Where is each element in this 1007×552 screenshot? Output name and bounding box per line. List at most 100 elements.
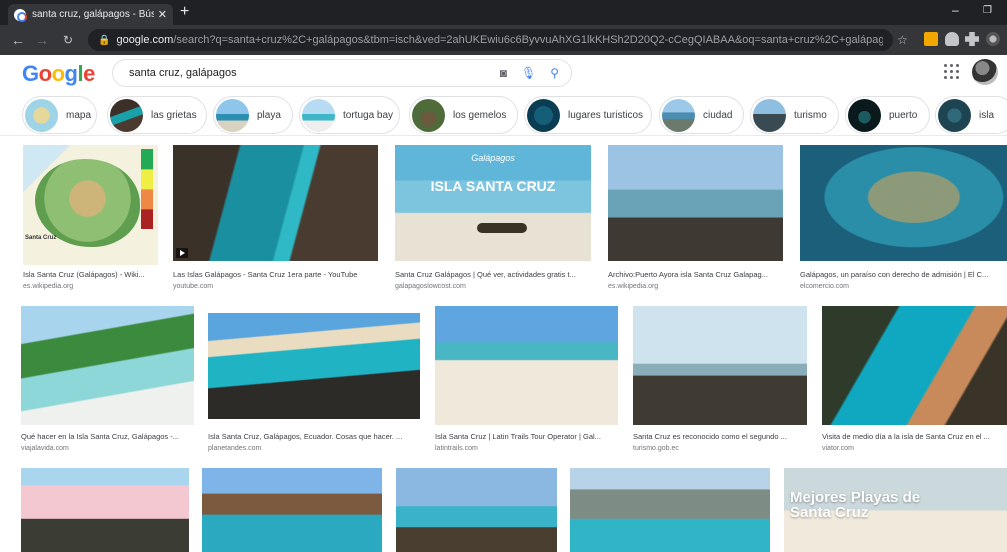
- chip-tortuga-bay[interactable]: tortuga bay: [299, 96, 400, 134]
- result-image[interactable]: Santa Cruz: [23, 145, 158, 265]
- image-result[interactable]: Las Islas Galápagos - Santa Cruz 1era pa…: [173, 145, 378, 295]
- extension-shield-icon[interactable]: [945, 32, 959, 46]
- result-source[interactable]: viajalavida.com: [21, 445, 69, 452]
- result-source[interactable]: galapagoslowcost.com: [395, 283, 466, 290]
- result-image[interactable]: [822, 306, 1007, 425]
- search-input[interactable]: santa cruz, galápagos: [129, 67, 500, 79]
- result-image[interactable]: [800, 145, 1007, 261]
- image-result[interactable]: Galápagos ISLA SANTA CRUZ Santa Cruz Gal…: [395, 145, 591, 295]
- extension-thumb-icon[interactable]: [924, 32, 938, 46]
- apps-grid-icon[interactable]: [944, 64, 960, 80]
- chip-lugares-turisticos[interactable]: lugares turisticos: [524, 96, 652, 134]
- result-image[interactable]: [396, 468, 557, 552]
- result-caption[interactable]: Isla Santa Cruz, Galápagos, Ecuador. Cos…: [208, 432, 420, 441]
- camera-icon[interactable]: ◙: [500, 66, 507, 80]
- map-title: Santa Cruz: [25, 235, 57, 241]
- result-caption[interactable]: Isla Santa Cruz (Galápagos) - Wiki...: [23, 270, 158, 279]
- image-result[interactable]: [21, 468, 189, 552]
- result-source[interactable]: elcomercio.com: [800, 283, 849, 290]
- chip-las-grietas[interactable]: las grietas: [107, 96, 207, 134]
- result-image[interactable]: [633, 306, 807, 425]
- image-result[interactable]: Galápagos, un paraíso con derecho de adm…: [800, 145, 1007, 295]
- chip-thumbnail: [662, 98, 695, 132]
- result-caption[interactable]: Las Islas Galápagos - Santa Cruz 1era pa…: [173, 270, 378, 279]
- chip-label: los gemelos: [453, 109, 507, 121]
- result-image[interactable]: [435, 306, 618, 425]
- image-result[interactable]: Qué hacer en la Isla Santa Cruz, Galápag…: [21, 306, 194, 456]
- search-icon[interactable]: ⚲: [550, 66, 559, 80]
- back-icon[interactable]: ←: [8, 32, 28, 48]
- google-logo[interactable]: Google: [22, 61, 95, 87]
- chip-playa[interactable]: playa: [213, 96, 293, 134]
- result-caption[interactable]: Santa Cruz Galápagos | Qué ver, activida…: [395, 270, 591, 279]
- profile-icon[interactable]: [986, 32, 1000, 46]
- chip-isla[interactable]: isla: [935, 96, 1007, 134]
- chip-label: tortuga bay: [343, 109, 394, 121]
- tab-title: santa cruz, galápagos - Búsqueda: [32, 9, 154, 20]
- reload-icon[interactable]: ↻: [58, 33, 78, 47]
- result-source[interactable]: youtube.com: [173, 283, 213, 290]
- result-image[interactable]: [21, 306, 194, 425]
- image-result[interactable]: Mejores Playas de Santa Cruz: [784, 468, 1007, 552]
- chip-thumbnail: [25, 98, 58, 132]
- image-result[interactable]: Isla Santa Cruz | Latin Trails Tour Oper…: [435, 306, 618, 456]
- result-image[interactable]: [608, 145, 783, 261]
- chip-turismo[interactable]: turismo: [750, 96, 839, 134]
- result-image[interactable]: [208, 313, 420, 419]
- image-result[interactable]: Archivo:Puerto Ayora isla Santa Cruz Gal…: [608, 145, 783, 295]
- image-result[interactable]: Visita de medio día a la isla de Santa C…: [822, 306, 1007, 456]
- chip-thumbnail: [302, 98, 335, 132]
- result-source[interactable]: es.wikipedia.org: [23, 283, 73, 290]
- result-caption[interactable]: Galápagos, un paraíso con derecho de adm…: [800, 270, 1007, 279]
- chip-label: playa: [257, 109, 281, 121]
- result-source[interactable]: viator.com: [822, 445, 854, 452]
- image-result[interactable]: [202, 468, 382, 552]
- result-caption[interactable]: Santa Cruz es reconocido como el segundo…: [633, 432, 807, 441]
- result-image[interactable]: [570, 468, 770, 552]
- result-caption[interactable]: Qué hacer en la Isla Santa Cruz, Galápag…: [21, 432, 194, 441]
- image-result[interactable]: [396, 468, 557, 552]
- browser-toolbar: ← → ↻ 🔒 google.com/search?q=santa+cruz%2…: [0, 25, 1007, 55]
- chip-los-gemelos[interactable]: los gemelos: [409, 96, 518, 134]
- chip-label: turismo: [794, 109, 827, 121]
- close-tab-icon[interactable]: ✕: [158, 8, 167, 21]
- chip-thumbnail: [412, 98, 445, 132]
- result-source[interactable]: latintrails.com: [435, 445, 478, 452]
- chip-label: mapa: [66, 109, 92, 121]
- forward-icon[interactable]: →: [32, 32, 52, 48]
- restore-icon[interactable]: ❐: [983, 5, 992, 16]
- new-tab-icon[interactable]: +: [180, 3, 189, 21]
- google-favicon-icon: [14, 8, 27, 22]
- bookmark-star-icon[interactable]: ☆: [897, 33, 908, 47]
- avatar[interactable]: [972, 59, 998, 85]
- chip-ciudad[interactable]: ciudad: [659, 96, 744, 134]
- result-caption[interactable]: Archivo:Puerto Ayora isla Santa Cruz Gal…: [608, 270, 783, 279]
- browser-tab[interactable]: santa cruz, galápagos - Búsqueda ✕: [8, 4, 173, 25]
- chip-label: isla: [979, 109, 995, 121]
- result-source[interactable]: es.wikipedia.org: [608, 283, 658, 290]
- chip-puerto[interactable]: puerto: [845, 96, 930, 134]
- overlay-brand: Galápagos: [471, 153, 515, 163]
- result-caption[interactable]: Visita de medio día a la isla de Santa C…: [822, 432, 1007, 441]
- browser-tabstrip: santa cruz, galápagos - Búsqueda ✕ + – ❐: [0, 0, 1007, 25]
- image-result[interactable]: Santa Cruz es reconocido como el segundo…: [633, 306, 807, 456]
- chip-mapa[interactable]: mapa: [22, 96, 97, 134]
- related-searches-bar: mapa las grietas playa tortuga bay los g…: [0, 94, 1007, 136]
- chip-thumbnail: [938, 98, 971, 132]
- search-box[interactable]: santa cruz, galápagos ◙ 🎙 ⚲: [112, 59, 572, 87]
- address-bar[interactable]: 🔒 google.com/search?q=santa+cruz%2C+galá…: [88, 29, 893, 51]
- minimize-icon[interactable]: –: [952, 3, 959, 17]
- result-image[interactable]: [202, 468, 382, 552]
- result-caption[interactable]: Isla Santa Cruz | Latin Trails Tour Oper…: [435, 432, 618, 441]
- image-result[interactable]: [570, 468, 770, 552]
- result-image[interactable]: [21, 468, 189, 552]
- result-source[interactable]: turismo.gob.ec: [633, 445, 679, 452]
- image-result[interactable]: Isla Santa Cruz, Galápagos, Ecuador. Cos…: [208, 313, 420, 456]
- overlay-title: ISLA SANTA CRUZ: [430, 178, 556, 194]
- result-image[interactable]: [173, 145, 378, 261]
- result-image[interactable]: Galápagos ISLA SANTA CRUZ: [395, 145, 591, 261]
- result-source[interactable]: planetandes.com: [208, 445, 261, 452]
- microphone-icon[interactable]: 🎙: [521, 66, 536, 80]
- image-result[interactable]: Santa Cruz Isla Santa Cruz (Galápagos) -…: [23, 145, 158, 295]
- result-image[interactable]: Mejores Playas de Santa Cruz: [784, 468, 1007, 552]
